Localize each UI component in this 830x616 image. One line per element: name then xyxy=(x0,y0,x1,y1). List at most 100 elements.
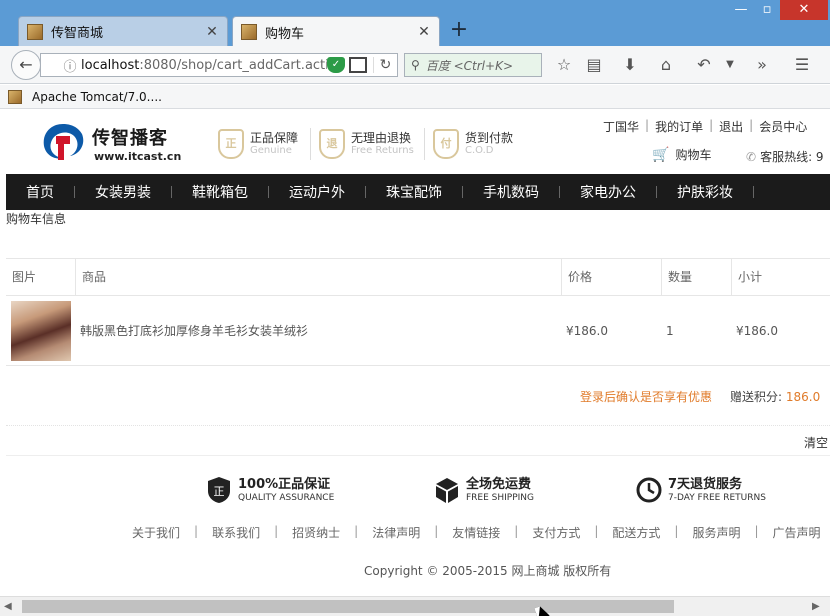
menu-item-jewelry[interactable]: 珠宝配饰 xyxy=(366,182,462,202)
menu-item-digital[interactable]: 手机数码 xyxy=(463,182,559,202)
scroll-right-arrow-icon[interactable]: ▶ xyxy=(812,601,820,612)
quality-shield-icon: 正 xyxy=(208,477,230,503)
product-subtotal: ¥186.0 xyxy=(736,324,778,338)
column-header-product: 商品 xyxy=(76,259,562,296)
cod-badge-icon: 付 xyxy=(433,129,459,159)
scroll-left-arrow-icon[interactable]: ◀ xyxy=(4,601,12,612)
promise-title: 无理由退换 xyxy=(351,131,412,145)
bookmark-star-icon[interactable]: ☆ xyxy=(554,55,574,75)
shield-icon[interactable]: ✓ xyxy=(327,57,345,73)
reading-list-icon[interactable]: ▤ xyxy=(584,55,604,75)
dropdown-arrow-icon[interactable]: ▼ xyxy=(720,55,740,75)
separator: | xyxy=(274,524,279,538)
menu-item-home[interactable]: 首页 xyxy=(6,182,74,202)
separator: | xyxy=(749,118,754,132)
separator: | xyxy=(754,524,759,538)
guarantee-title: 全场免运费 xyxy=(466,476,532,492)
promise-title: 货到付款 xyxy=(465,131,514,145)
footer-link-friends[interactable]: 友情链接 xyxy=(452,524,500,541)
tab-store[interactable]: 传智商城 ✕ xyxy=(18,16,228,46)
logout-link[interactable]: 退出 xyxy=(719,118,743,135)
hotline-text: 客服热线: 9 xyxy=(760,150,824,164)
product-price: ¥186.0 xyxy=(566,324,608,338)
tab-cart[interactable]: 购物车 ✕ xyxy=(232,16,440,47)
footer-link-payment[interactable]: 支付方式 xyxy=(532,524,580,541)
footer-link-delivery[interactable]: 配送方式 xyxy=(612,524,660,541)
cart-summary: 登录后确认是否享有优惠 赠送积分: 186.0 xyxy=(6,382,830,426)
footer-link-jobs[interactable]: 招贤纳士 xyxy=(292,524,340,541)
home-icon[interactable]: ⌂ xyxy=(656,55,676,75)
cart-link[interactable]: 🛒 购物车 xyxy=(652,146,711,163)
footer-link-legal[interactable]: 法律声明 xyxy=(372,524,420,541)
window-minimize-icon[interactable]: — xyxy=(728,0,754,20)
footer-link-about[interactable]: 关于我们 xyxy=(132,524,180,541)
itcast-logo-icon xyxy=(43,124,84,160)
scrollbar-thumb[interactable] xyxy=(22,600,674,613)
horizontal-scrollbar[interactable]: ◀ ▶ xyxy=(0,596,830,616)
window-maximize-icon[interactable]: ▫ xyxy=(754,0,780,20)
menu-item-sports[interactable]: 运动户外 xyxy=(269,182,365,202)
address-bar[interactable]: ⓘ localhost:8080/shop/cart_addCart.actio… xyxy=(40,53,398,77)
genuine-badge-icon: 正 xyxy=(218,129,244,159)
separator: | xyxy=(674,524,679,538)
qr-code-icon[interactable] xyxy=(349,57,367,73)
service-guarantees: 正 100%正品保证 QUALITY ASSURANCE 全场免运费 FREE … xyxy=(0,476,830,510)
menu-item-shoes-bags[interactable]: 鞋靴箱包 xyxy=(172,182,268,202)
browser-titlebar: 传智商城 ✕ 购物车 ✕ + — ▫ ✕ xyxy=(0,0,830,47)
column-header-quantity: 数量 xyxy=(662,259,732,296)
separator: | xyxy=(709,118,714,132)
promise-title: 正品保障 xyxy=(250,131,299,145)
undo-icon[interactable]: ↶ xyxy=(694,55,714,75)
footer-link-ads[interactable]: 广告声明 xyxy=(773,524,821,541)
search-icon: ⚲ xyxy=(411,58,420,72)
logo-name: 传智播客 xyxy=(92,128,168,149)
bookmark-tomcat[interactable]: Apache Tomcat/7.0.... xyxy=(32,90,162,104)
tab-close-icon[interactable]: ✕ xyxy=(205,24,219,40)
guarantee-shipping: 全场免运费 FREE SHIPPING xyxy=(434,476,534,504)
hamburger-menu-icon[interactable]: ☰ xyxy=(792,55,812,75)
svg-text:正: 正 xyxy=(214,485,225,498)
column-header-subtotal: 小计 xyxy=(738,270,763,284)
footer-link-service[interactable]: 服务声明 xyxy=(692,524,740,541)
column-header-price: 价格 xyxy=(562,259,662,296)
back-arrow-icon[interactable]: ← xyxy=(11,50,41,80)
site-favicon-icon xyxy=(241,24,257,40)
member-center-link[interactable]: 会员中心 xyxy=(759,118,807,135)
column-header-image: 图片 xyxy=(6,259,76,296)
menu-item-appliances[interactable]: 家电办公 xyxy=(560,182,656,202)
table-header: 图片 商品 价格 数量 小计 xyxy=(6,258,830,296)
login-discount-link[interactable]: 登录后确认是否享有优惠 xyxy=(580,388,712,405)
product-thumbnail[interactable] xyxy=(11,301,71,361)
new-tab-plus-icon[interactable]: + xyxy=(448,18,470,42)
menu-item-clothing[interactable]: 女装男装 xyxy=(75,182,171,202)
copyright-text: Copyright © 2005-2015 网上商城 版权所有 xyxy=(364,564,612,578)
user-name-link[interactable]: 丁国华 xyxy=(603,118,639,135)
page-viewport: 传智播客 www.itcast.cn 正 正品保障 Genuine 退 无理由退… xyxy=(0,110,830,596)
url-path: :8080/shop/cart_addCart.actio xyxy=(139,57,327,73)
overflow-chevron-icon[interactable]: » xyxy=(752,55,772,75)
url-host: localhost xyxy=(81,57,140,73)
site-favicon-icon xyxy=(27,23,43,40)
product-quantity: 1 xyxy=(666,324,674,338)
phone-icon: ✆ xyxy=(746,150,757,164)
separator: | xyxy=(354,524,359,538)
separator: | xyxy=(514,524,519,538)
info-icon[interactable]: ⓘ xyxy=(59,56,81,75)
my-orders-link[interactable]: 我的订单 xyxy=(655,118,703,135)
logo-domain: www.itcast.cn xyxy=(94,150,182,163)
bookmarks-bar: Apache Tomcat/7.0.... xyxy=(0,85,830,109)
site-logo[interactable]: 传智播客 www.itcast.cn xyxy=(40,120,182,166)
promise-genuine: 正 正品保障 Genuine xyxy=(218,128,298,160)
menu-item-cosmetics[interactable]: 护肤彩妆 xyxy=(657,182,753,202)
clear-cart-link[interactable]: 清空 xyxy=(804,434,828,451)
download-icon[interactable]: ⬇ xyxy=(620,55,640,75)
url-text[interactable]: localhost:8080/shop/cart_addCart.actio xyxy=(81,58,327,73)
search-input[interactable]: ⚲ 百度 <Ctrl+K> xyxy=(404,53,542,77)
guarantee-sub: FREE SHIPPING xyxy=(466,492,535,503)
product-name-link[interactable]: 韩版黑色打底衫加厚修身羊毛衫女装羊绒衫 xyxy=(76,296,308,366)
promise-returns: 退 无理由退换 Free Returns xyxy=(310,128,414,160)
reload-icon[interactable]: ↻ xyxy=(373,57,397,73)
footer-link-contact[interactable]: 联系我们 xyxy=(212,524,260,541)
window-close-icon[interactable]: ✕ xyxy=(780,0,828,20)
tab-close-icon[interactable]: ✕ xyxy=(417,24,431,40)
